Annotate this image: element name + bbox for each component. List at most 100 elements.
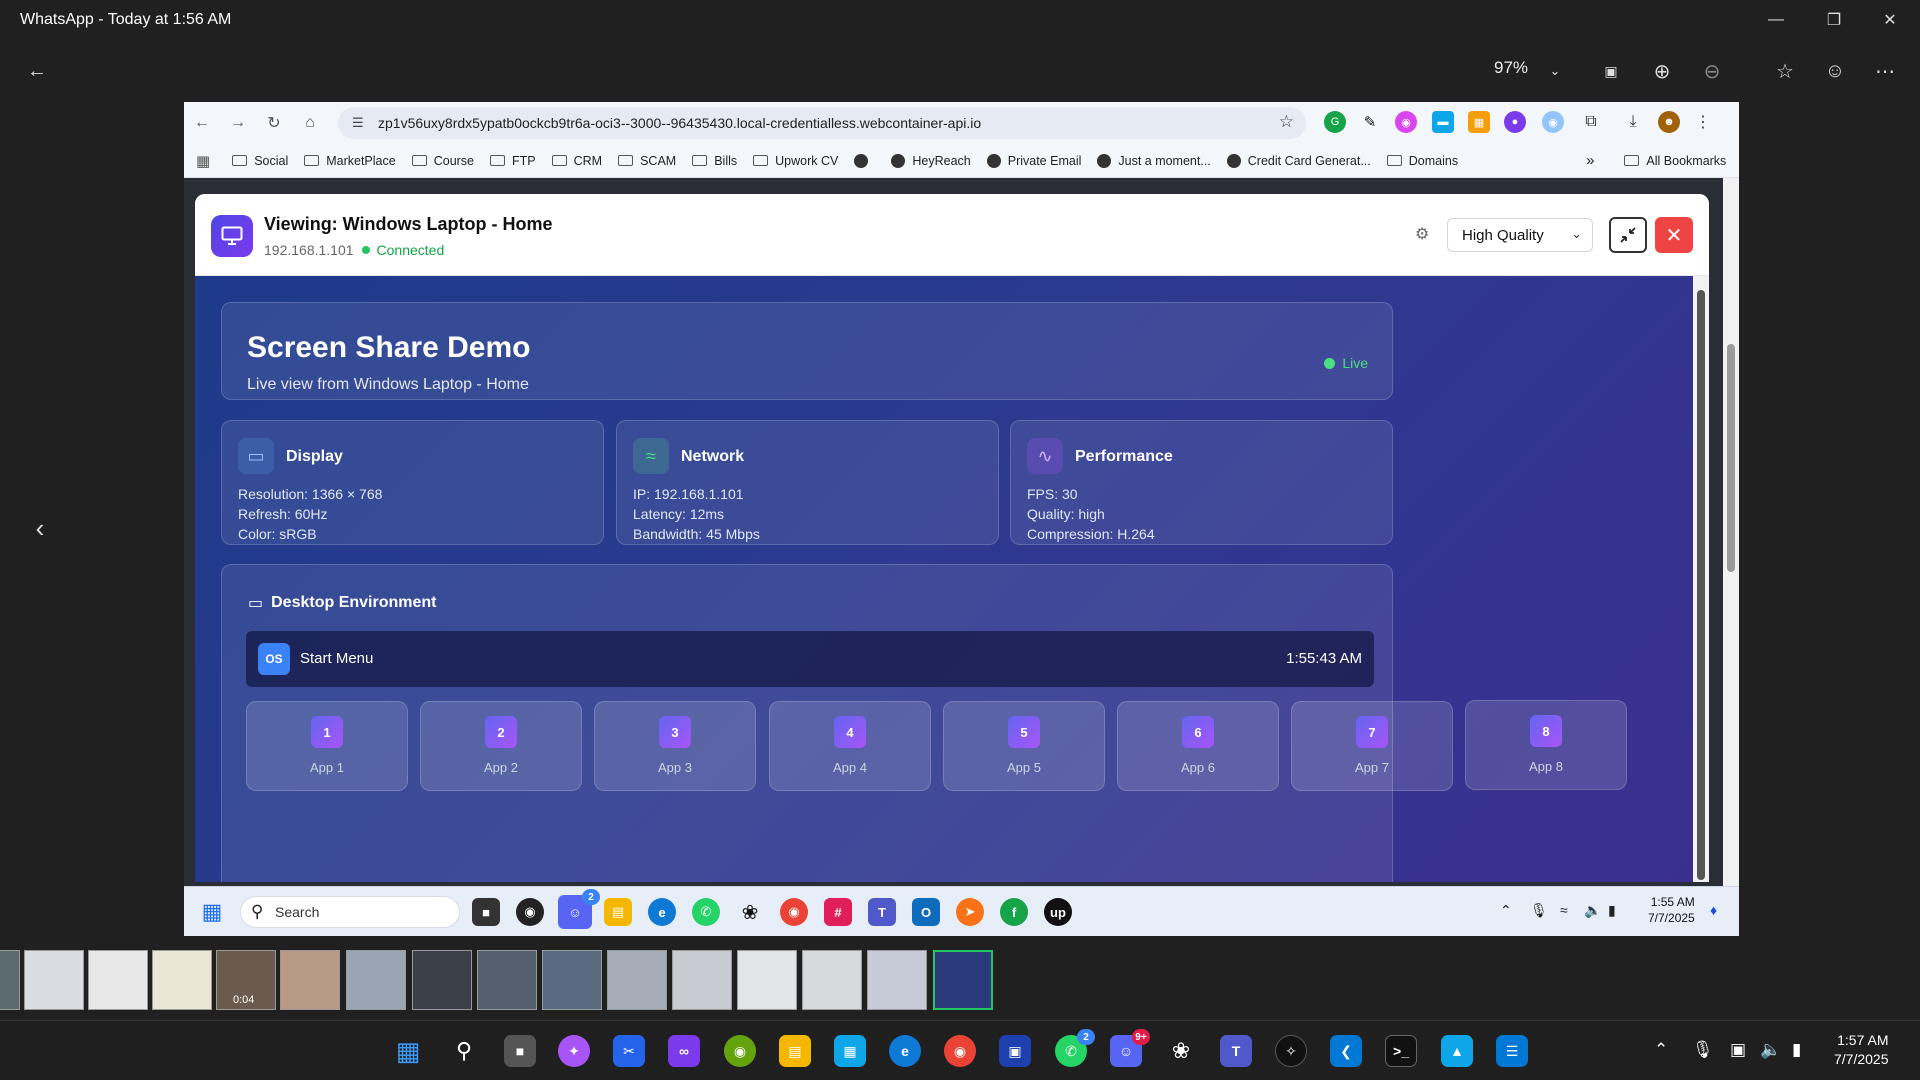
bookmark-folder[interactable]: Bills — [692, 154, 737, 168]
whatsapp-icon[interactable]: ✆ — [692, 898, 720, 926]
quality-select[interactable]: High Quality ⌄ — [1447, 218, 1593, 252]
thumbnail[interactable] — [346, 950, 406, 1010]
extension-icon[interactable]: ▦ — [1468, 111, 1490, 133]
app-tile[interactable]: 2 App 2 — [420, 701, 582, 791]
scrollbar-thumb[interactable] — [1727, 344, 1735, 572]
thumbnail-selected[interactable] — [933, 950, 993, 1010]
thumbnail[interactable] — [88, 950, 148, 1010]
extension-icon[interactable]: ▬ — [1432, 111, 1454, 133]
windows-start-icon[interactable]: ▦ — [392, 1035, 424, 1067]
bookmark-link[interactable]: Private Email — [986, 153, 1081, 168]
mongodb-compass-icon[interactable]: ✧ — [1275, 1035, 1307, 1067]
upwork-icon[interactable]: up — [1044, 898, 1072, 926]
zoom-level[interactable]: 97% — [1494, 58, 1528, 78]
download-icon[interactable]: ⤓ — [1622, 111, 1644, 133]
photos-icon[interactable]: ▲ — [1441, 1035, 1473, 1067]
app-tile[interactable]: 4 App 4 — [769, 701, 931, 791]
notepad-icon[interactable]: ☰ — [1496, 1035, 1528, 1067]
more-options-icon[interactable]: ⋯ — [1868, 54, 1902, 88]
site-info-icon[interactable]: ☰ — [352, 115, 364, 131]
chatgpt-icon[interactable]: ❀ — [736, 898, 764, 926]
profile-avatar[interactable]: ☻ — [1658, 111, 1680, 133]
app-tile[interactable]: 6 App 6 — [1117, 701, 1279, 791]
microsoft-store-icon[interactable]: ▦ — [834, 1035, 866, 1067]
thumbnail[interactable] — [607, 950, 667, 1010]
settings-gear-icon[interactable]: ⚙ — [1415, 224, 1429, 244]
system-clock[interactable]: 1:57 AM 7/7/2025 — [1834, 1031, 1889, 1069]
wifi-icon[interactable]: ≈ — [1560, 902, 1568, 918]
thumbnail[interactable] — [477, 950, 537, 1010]
apps-grid-icon[interactable]: ▦ — [196, 152, 210, 170]
app-tile[interactable]: 8 App 8 — [1465, 700, 1627, 790]
discord-icon[interactable]: ☺ 2 — [558, 889, 600, 929]
browser-menu-icon[interactable]: ⋮ — [1692, 111, 1714, 133]
zoom-out-icon[interactable]: ⊖ — [1695, 54, 1729, 88]
bookmark-folder[interactable]: FTP — [490, 154, 536, 168]
bookmark-link[interactable]: HeyReach — [891, 153, 971, 168]
actual-size-icon[interactable]: ▣ — [1594, 54, 1628, 88]
microphone-icon[interactable]: 🎙 — [1530, 902, 1548, 919]
whatsapp-icon[interactable]: ✆ 2 — [1055, 1029, 1095, 1067]
thumbnail[interactable] — [24, 950, 84, 1010]
grammarly-extension-icon[interactable]: G — [1324, 111, 1346, 133]
app-tile[interactable]: 5 App 5 — [943, 701, 1105, 791]
copilot-icon[interactable]: ✦ — [558, 1035, 590, 1067]
thumbnail[interactable] — [412, 950, 472, 1010]
task-view-icon[interactable]: ■ — [504, 1035, 536, 1067]
search-icon[interactable]: ⚲ — [448, 1035, 480, 1067]
close-viewer-button[interactable]: ✕ — [1655, 217, 1693, 253]
url-field[interactable]: ☰ zp1v56uxy8rdx5ypatb0ockcb9tr6a-oci3--3… — [338, 107, 1306, 139]
restore-icon[interactable]: ❐ — [1806, 0, 1862, 40]
thumbnail[interactable] — [0, 950, 20, 1010]
browser-forward-icon[interactable]: → — [220, 107, 256, 139]
bookmark-folder[interactable]: MarketPlace — [304, 154, 396, 168]
thumbnail[interactable] — [672, 950, 732, 1010]
previous-image-icon[interactable]: ‹ — [24, 512, 56, 544]
page-scrollbar[interactable] — [1723, 178, 1739, 886]
extension-icon[interactable]: ◉ — [1542, 111, 1564, 133]
vscode-icon[interactable]: ❮ — [1330, 1035, 1362, 1067]
browser-app-icon[interactable]: ◉ — [724, 1035, 756, 1067]
fiverr-icon[interactable]: f — [1000, 898, 1028, 926]
chatgpt-icon[interactable]: ❀ — [1165, 1035, 1197, 1067]
bookmark-link[interactable]: Just a moment... — [1097, 153, 1211, 168]
volume-icon[interactable]: 🔈 — [1584, 902, 1601, 919]
windows-start-icon[interactable]: ▦ — [198, 898, 226, 926]
close-window-icon[interactable]: ✕ — [1862, 0, 1918, 40]
file-explorer-icon[interactable]: ▤ — [779, 1035, 811, 1067]
file-explorer-icon[interactable]: ▤ — [604, 898, 632, 926]
teams-icon[interactable]: T — [868, 898, 896, 926]
bookmark-folder[interactable]: SCAM — [618, 154, 676, 168]
edge-icon[interactable]: e — [889, 1035, 921, 1067]
chrome-icon[interactable]: ◉ — [780, 898, 808, 926]
tray-chevron-icon[interactable]: ⌃ — [1500, 902, 1512, 919]
teams-icon[interactable]: T — [1220, 1035, 1252, 1067]
minimize-icon[interactable]: — — [1748, 0, 1804, 40]
exit-fullscreen-button[interactable] — [1609, 217, 1647, 253]
extensions-puzzle-icon[interactable]: ⧉ — [1580, 111, 1602, 133]
visual-studio-icon[interactable]: ∞ — [668, 1035, 700, 1067]
terminal-icon[interactable]: >_ — [1385, 1035, 1417, 1067]
start-menu-bar[interactable]: OS Start Menu 1:55:43 AM — [246, 631, 1374, 687]
app-tile[interactable]: 3 App 3 — [594, 701, 756, 791]
bookmark-folder[interactable]: Domains — [1386, 154, 1458, 168]
bookmark-link[interactable]: Credit Card Generat... — [1226, 153, 1371, 168]
thumbnail[interactable] — [737, 950, 797, 1010]
obs-icon[interactable]: ◉ — [516, 898, 544, 926]
thumbnail[interactable]: 0:04 — [216, 950, 276, 1010]
browser-back-icon[interactable]: ← — [184, 107, 220, 139]
network-icon[interactable]: ▣ — [1730, 1040, 1746, 1060]
bookmark-folder[interactable]: Course — [411, 154, 474, 168]
zoom-in-icon[interactable]: ⊕ — [1645, 54, 1679, 88]
color-picker-extension-icon[interactable]: ✎ — [1359, 111, 1381, 133]
task-view-icon[interactable]: ■ — [472, 898, 500, 926]
bookmark-folder[interactable]: CRM — [551, 154, 602, 168]
thumbnail[interactable] — [867, 950, 927, 1010]
taskbar-search[interactable]: ⚲ Search — [240, 896, 460, 928]
microphone-icon[interactable]: 🎙 — [1692, 1040, 1714, 1060]
snipping-tool-icon[interactable]: ✂ — [613, 1035, 645, 1067]
slack-icon[interactable]: # — [824, 898, 852, 926]
app-tile[interactable]: 1 App 1 — [246, 701, 408, 791]
volume-icon[interactable]: 🔈 — [1760, 1040, 1781, 1060]
bookmark-star-icon[interactable]: ☆ — [1279, 112, 1294, 132]
